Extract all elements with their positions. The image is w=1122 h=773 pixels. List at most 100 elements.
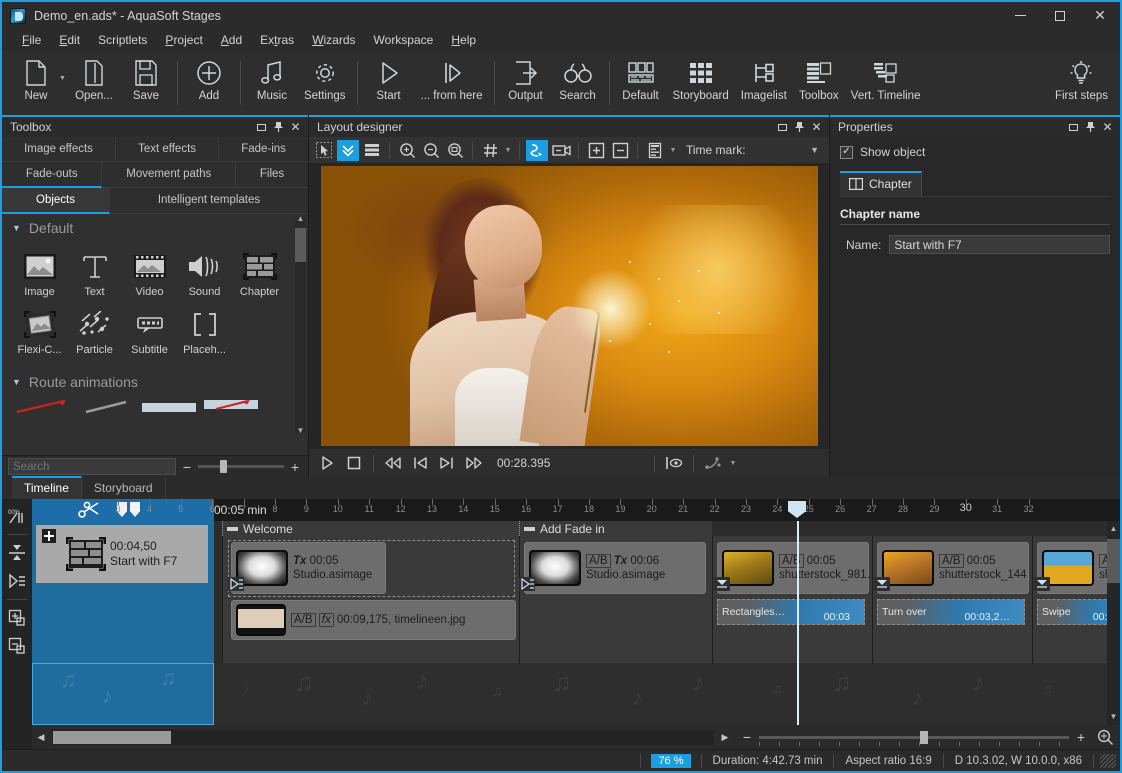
selected-chapter-clip[interactable]: 00:04,50 Start with F7 xyxy=(36,525,208,583)
toolbox-zoom-knob[interactable] xyxy=(220,460,228,473)
clip-shutterstock-144[interactable]: A/B 00:05 shutterstock_144 xyxy=(874,542,1029,594)
toolbar-open-button[interactable]: Open... xyxy=(68,55,120,104)
designer-close-button[interactable]: ✕ xyxy=(808,119,825,135)
hscroll-right-icon[interactable]: ▶ xyxy=(716,730,734,745)
menu-help[interactable]: Help xyxy=(443,30,484,50)
fade-in-icon[interactable] xyxy=(519,577,535,591)
align-dropdown-caret-icon[interactable]: ▼ xyxy=(668,147,678,154)
play-button[interactable] xyxy=(315,452,339,474)
new-dropdown-caret-icon[interactable]: ▼ xyxy=(59,75,66,82)
menu-workspace[interactable]: Workspace xyxy=(366,30,442,50)
toolbar-from-here-button[interactable]: ... from here xyxy=(415,55,489,104)
timeline-zoom-out-button[interactable]: − xyxy=(740,729,754,745)
tab-intelligent-templates[interactable]: Intelligent templates xyxy=(110,188,308,214)
toolbox-scroll-thumb[interactable] xyxy=(295,228,306,262)
scroll-down-icon[interactable]: ▼ xyxy=(295,426,306,437)
timeline-hscrollbar[interactable] xyxy=(52,729,714,745)
toolbox-close-button[interactable]: ✕ xyxy=(287,119,304,135)
close-button[interactable]: ✕ xyxy=(1080,2,1120,29)
menu-add[interactable]: Add xyxy=(213,30,250,50)
toolbar-music-button[interactable]: Music xyxy=(246,55,298,104)
preview-canvas[interactable] xyxy=(320,166,818,446)
curve-dropdown-caret-icon[interactable]: ▼ xyxy=(728,460,738,467)
designer-float-button[interactable] xyxy=(774,119,791,135)
timeline-ruler[interactable]: 00:05 min 3 4 5 6 7 8 9 10 11 12 13 14 15 16 17 18 19 20 2… xyxy=(32,499,1120,521)
toolbar-imagelist-button[interactable]: Imagelist xyxy=(735,55,793,104)
chevron-tool-button[interactable] xyxy=(337,139,359,161)
properties-close-button[interactable]: ✕ xyxy=(1099,119,1116,135)
clip-studio-asimage-2[interactable]: A/B Tx 00:06 Studio.asimage xyxy=(519,542,706,594)
scroll-up-icon[interactable]: ▲ xyxy=(295,214,306,225)
zoom-fit-timeline-button[interactable] xyxy=(1097,729,1114,746)
tab-text-effects[interactable]: Text effects xyxy=(115,137,220,162)
remove-track-button[interactable] xyxy=(4,633,30,659)
chapter-name-input[interactable] xyxy=(889,235,1110,254)
scroll-down-icon[interactable]: ▼ xyxy=(1107,709,1120,725)
menu-wizards[interactable]: Wizards xyxy=(304,30,363,50)
show-object-row[interactable]: ✓ Show object xyxy=(840,145,1110,159)
timeline-zoom-slider[interactable] xyxy=(759,730,1069,746)
music-track[interactable]: ♫ ♪ ♫ ♪ ♫ ♪ ♪ ♫ ♫ ♪ ♪ ♫ ♫ ♪ ♪ ♫ xyxy=(32,663,1120,725)
object-subtitle[interactable]: Subtitle xyxy=(122,302,177,360)
tab-storyboard[interactable]: Storyboard xyxy=(81,478,166,499)
zoom-fit-button[interactable] xyxy=(444,140,466,161)
add-keyframe-button[interactable] xyxy=(585,140,607,161)
next-frame-button[interactable] xyxy=(435,452,459,474)
previous-frame-button[interactable] xyxy=(408,452,432,474)
route-line-gray-icon[interactable] xyxy=(78,398,136,416)
toolbar-add-button[interactable]: Add xyxy=(183,55,235,104)
toolbar-default-button[interactable]: Default xyxy=(615,55,667,104)
object-placeholder[interactable]: Placeh... xyxy=(177,302,232,360)
scissors-icon[interactable] xyxy=(78,501,102,519)
menu-file[interactable]: File xyxy=(14,30,49,50)
tab-files[interactable]: Files xyxy=(236,162,308,188)
maximize-button[interactable] xyxy=(1040,2,1080,29)
tab-objects[interactable]: Objects xyxy=(2,188,110,214)
stop-button[interactable] xyxy=(342,452,366,474)
toolbar-toolbox-button[interactable]: Toolbox xyxy=(793,55,845,104)
add-track-button[interactable] xyxy=(4,605,30,631)
object-sound[interactable]: Sound xyxy=(177,244,232,302)
menu-project[interactable]: Project xyxy=(157,30,210,50)
menu-scriptlets[interactable]: Scriptlets xyxy=(90,30,155,50)
toolbox-scrollbar[interactable]: ▲ ▼ xyxy=(295,214,306,435)
zoom-in-button[interactable] xyxy=(396,140,418,161)
tab-movement-paths[interactable]: Movement paths xyxy=(102,162,237,188)
timeline-zoom-knob[interactable] xyxy=(920,730,929,744)
align-button[interactable] xyxy=(644,140,666,161)
object-video[interactable]: Video xyxy=(122,244,177,302)
toolbar-storyboard-button[interactable]: Storyboard xyxy=(667,55,735,104)
transition-turn-over[interactable]: Turn over 00:03,2… xyxy=(877,599,1025,625)
timeline-vscroll-thumb[interactable] xyxy=(1107,539,1120,583)
transition-rectangles[interactable]: Rectangles… 00:03 xyxy=(717,599,865,625)
toolbox-zoom-out-button[interactable]: − xyxy=(180,459,194,475)
show-object-checkbox[interactable]: ✓ xyxy=(840,145,853,159)
toolbox-float-button[interactable] xyxy=(253,119,270,135)
toolbar-start-button[interactable]: Start xyxy=(363,55,415,104)
tab-image-effects[interactable]: Image effects xyxy=(2,137,116,162)
fast-forward-button[interactable] xyxy=(462,452,486,474)
timeline-vscrollbar[interactable]: ▲ ▼ xyxy=(1107,521,1120,725)
toolbar-vert-timeline-button[interactable]: Vert. Timeline xyxy=(845,55,927,104)
timeline-zoom-in-button[interactable]: + xyxy=(1074,729,1088,745)
tab-fade-outs[interactable]: Fade-outs xyxy=(2,162,103,188)
designer-pin-button[interactable] xyxy=(791,119,808,135)
object-chapter[interactable]: Chapter xyxy=(232,244,287,302)
group-route-animations-header[interactable]: ▼ Route animations xyxy=(2,360,308,394)
playhead-handle[interactable] xyxy=(788,501,806,518)
group-default-header[interactable]: ▼ Default xyxy=(2,214,308,240)
toolbar-first-steps-button[interactable]: First steps xyxy=(1049,55,1114,104)
tab-fade-ins[interactable]: Fade-ins xyxy=(219,137,309,162)
remove-keyframe-button[interactable] xyxy=(609,140,631,161)
fade-in-icon[interactable] xyxy=(228,577,244,591)
properties-pin-button[interactable] xyxy=(1082,119,1099,135)
tab-timeline[interactable]: Timeline xyxy=(12,476,82,499)
clip-timelineen-jpg[interactable]: A/B fx 00:09,175, timelineen.jpg xyxy=(231,600,516,640)
timeline-hscroll-thumb[interactable] xyxy=(53,730,171,744)
motion-path-button[interactable] xyxy=(526,139,548,161)
group-header-welcome[interactable]: Welcome xyxy=(222,521,519,536)
playhead-line[interactable] xyxy=(797,521,799,725)
tab-chapter[interactable]: Chapter xyxy=(840,171,922,196)
scroll-up-icon[interactable]: ▲ xyxy=(1107,521,1120,537)
properties-float-button[interactable] xyxy=(1065,119,1082,135)
